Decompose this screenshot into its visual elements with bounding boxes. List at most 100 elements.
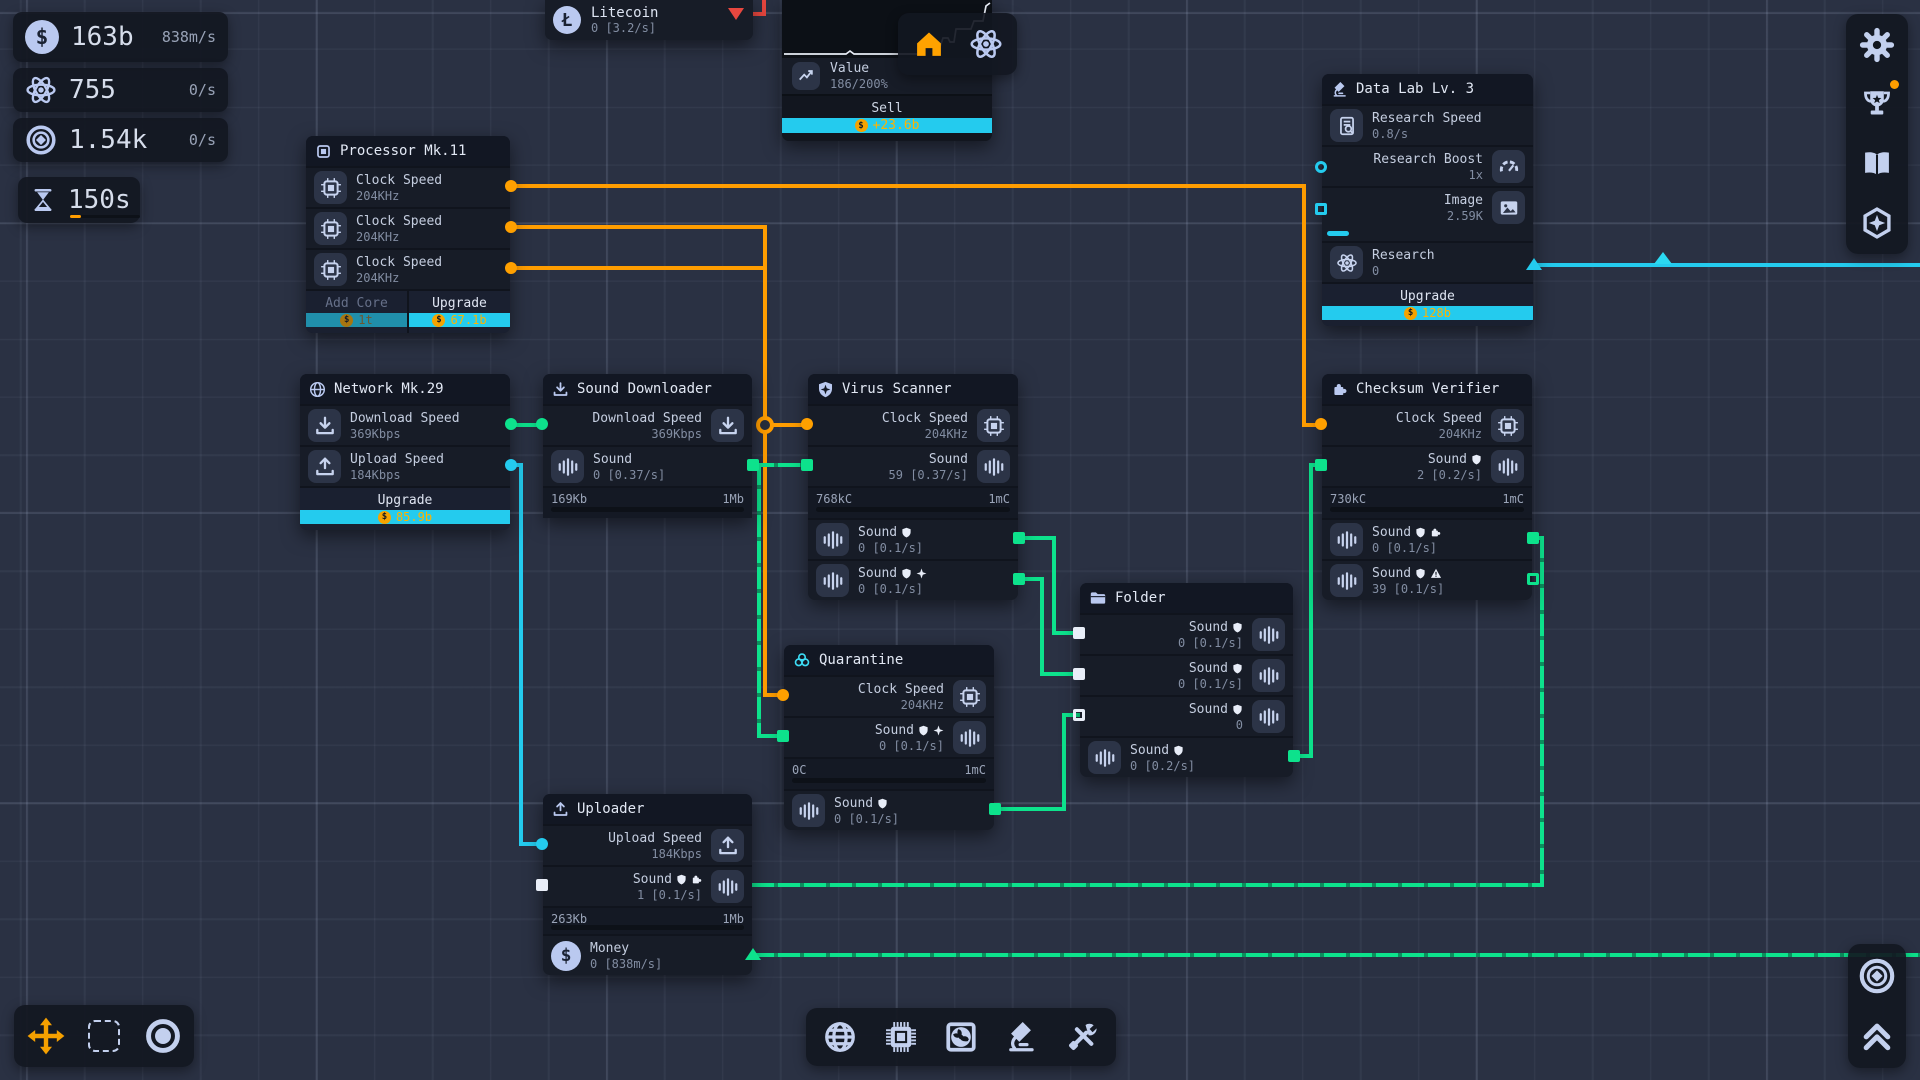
money-icon: $ (25, 20, 59, 54)
move-tool-button[interactable] (19, 1009, 73, 1063)
timer-progress (70, 215, 81, 218)
clean-sound-output-port[interactable] (1013, 532, 1025, 544)
rebirth-resource: 1.54k 0/s (13, 118, 228, 162)
sound-icon (1252, 618, 1285, 651)
sound-input-port[interactable] (536, 879, 548, 891)
sound-output-row: Sound0 [0.1/s] (1322, 518, 1532, 559)
network-tab-button[interactable] (814, 1011, 866, 1063)
sound-input-port[interactable] (1073, 668, 1085, 680)
wire-quarantine-out (1062, 715, 1066, 811)
wire-sound-branch (757, 463, 761, 736)
codex-button[interactable] (1851, 136, 1903, 192)
upgrade-button[interactable]: Upgrade $85.9b (300, 488, 510, 530)
download-input-port[interactable] (536, 418, 548, 430)
sound-icon (1491, 450, 1524, 483)
sound-input-port[interactable] (1073, 627, 1085, 639)
cycle-bar (1330, 507, 1524, 512)
checksum-verifier-node[interactable]: Checksum Verifier Clock Speed204KHz Soun… (1322, 374, 1532, 600)
wire-coin (762, 0, 766, 14)
cycles-max: 1mC (1502, 492, 1524, 518)
sound-downloader-node[interactable]: Sound Downloader Download Speed369Kbps S… (543, 374, 752, 518)
money-resource: $ 163b 838m/s (13, 12, 228, 62)
timer: 150s (18, 177, 140, 223)
tools-tab-button[interactable] (1056, 1011, 1108, 1063)
circle-tool-button[interactable] (136, 1009, 190, 1063)
node-title: Data Lab Lv. 3 (1356, 81, 1474, 97)
quarantine-node[interactable]: Quarantine Clock Speed204KHz Sound0 [0.1… (784, 645, 994, 830)
sound-output-port[interactable] (1288, 750, 1300, 762)
sound-icon (1252, 700, 1285, 733)
litecoin-node[interactable]: Ł Litecoin 0 [3.2/s] (545, 0, 753, 40)
shield-badge-icon (1232, 704, 1243, 715)
infected-sound-output-port[interactable] (1013, 573, 1025, 585)
sound-input-row: Sound0 [0.1/s] (1080, 613, 1293, 654)
network-node[interactable]: Network Mk.29 Download Speed369Kbps Uplo… (300, 374, 510, 530)
clock-input-port[interactable] (801, 418, 813, 430)
sell-button[interactable]: Sell $ +23.6b (782, 94, 992, 141)
processor-node[interactable]: Processor Mk.11 Clock Speed204KHz Clock … (306, 136, 510, 333)
upgrade-button[interactable]: Upgrade $128b (1322, 284, 1533, 326)
sound-input-port[interactable] (777, 730, 789, 742)
sound-input-port-empty[interactable] (1073, 709, 1085, 721)
money-output-port[interactable] (745, 948, 761, 960)
shield-virus-icon (817, 381, 834, 398)
sound-input-port[interactable] (801, 459, 813, 471)
quarantine-header[interactable]: Quarantine (784, 645, 994, 675)
virus-scanner-header[interactable]: Virus Scanner (808, 374, 1018, 404)
folder-header[interactable]: Folder (1080, 583, 1293, 613)
research-output-port[interactable] (1526, 258, 1542, 270)
achievements-button[interactable] (1851, 76, 1903, 132)
wire-quarantine-out (994, 807, 1066, 811)
add-core-button[interactable]: Add Core $1t (306, 291, 407, 333)
wire-checksum-out (752, 883, 1544, 887)
upload-input-port[interactable] (536, 838, 548, 850)
sound-output-port[interactable] (989, 803, 1001, 815)
verified-sound-output-port[interactable] (1527, 532, 1539, 544)
processor-header[interactable]: Processor Mk.11 (306, 136, 510, 166)
chip-icon (314, 171, 347, 204)
data-lab-header[interactable]: Data Lab Lv. 3 (1322, 74, 1533, 104)
research-view-button[interactable] (961, 19, 1011, 69)
cycle-bar (816, 507, 1010, 512)
cooling-tab-button[interactable] (935, 1011, 987, 1063)
network-header[interactable]: Network Mk.29 (300, 374, 510, 404)
upload-output-port[interactable] (505, 459, 517, 471)
target-button[interactable] (1852, 947, 1902, 1005)
sound-output-port[interactable] (747, 459, 759, 471)
uploader-node[interactable]: Uploader Upload Speed184Kbps Sound1 [0.1… (543, 794, 752, 975)
download-icon (308, 409, 341, 442)
upgrade-button[interactable]: Upgrade $67.1b (407, 291, 510, 333)
boost-input-port-empty[interactable] (1315, 161, 1327, 173)
image-input-port-empty[interactable] (1315, 203, 1327, 215)
research-tab-button[interactable] (995, 1011, 1047, 1063)
storage-used: 263Kb (551, 912, 587, 934)
clock-output-port[interactable] (505, 262, 517, 274)
processor-tab-button[interactable] (875, 1011, 927, 1063)
sound-downloader-header[interactable]: Sound Downloader (543, 374, 752, 404)
cycle-strip: 0C 1mC (784, 757, 994, 789)
prestige-button[interactable] (1851, 195, 1903, 251)
clock-output-port[interactable] (505, 180, 517, 192)
sound-icon (977, 450, 1010, 483)
coin-sell-port[interactable] (728, 8, 744, 20)
download-output-port[interactable] (505, 418, 517, 430)
sound-input-port[interactable] (1315, 459, 1327, 471)
folder-node[interactable]: Folder Sound0 [0.1/s] Sound0 [0.1/s] Sou… (1080, 583, 1293, 777)
select-tool-button[interactable] (77, 1009, 131, 1063)
node-title: Sound Downloader (577, 381, 712, 397)
collapse-button[interactable] (1852, 1007, 1902, 1065)
virus-scanner-node[interactable]: Virus Scanner Clock Speed204KHz Sound59 … (808, 374, 1018, 600)
node-title: Uploader (577, 801, 644, 817)
corrupt-sound-output-port[interactable] (1527, 573, 1539, 585)
uploader-header[interactable]: Uploader (543, 794, 752, 824)
virus-badge-icon (933, 725, 944, 736)
clock-input-port[interactable] (777, 689, 789, 701)
wire-clock-1 (1302, 184, 1306, 427)
checksum-header[interactable]: Checksum Verifier (1322, 374, 1532, 404)
clock-input-port[interactable] (1315, 418, 1327, 430)
data-lab-node[interactable]: Data Lab Lv. 3 Research Speed0.8/s Resea… (1322, 74, 1533, 326)
settings-button[interactable] (1851, 17, 1903, 73)
game-canvas[interactable]: $ 163b 838m/s 755 0/s 1.54k 0/s 150s Ł L… (0, 0, 1920, 1080)
clock-output-port[interactable] (505, 221, 517, 233)
home-button[interactable] (904, 19, 954, 69)
